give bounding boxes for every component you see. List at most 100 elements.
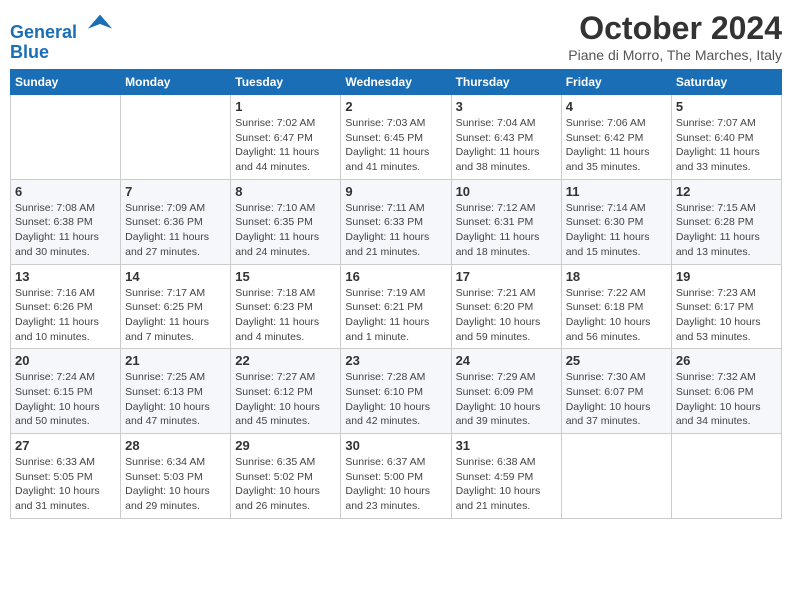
day-number: 12 (676, 184, 777, 199)
day-info: Sunrise: 7:15 AM Sunset: 6:28 PM Dayligh… (676, 201, 777, 260)
day-info: Sunrise: 7:32 AM Sunset: 6:06 PM Dayligh… (676, 370, 777, 429)
day-info: Sunrise: 7:06 AM Sunset: 6:42 PM Dayligh… (566, 116, 667, 175)
day-info: Sunrise: 7:22 AM Sunset: 6:18 PM Dayligh… (566, 286, 667, 345)
day-info: Sunrise: 6:34 AM Sunset: 5:03 PM Dayligh… (125, 455, 226, 514)
day-info: Sunrise: 6:37 AM Sunset: 5:00 PM Dayligh… (345, 455, 446, 514)
day-info: Sunrise: 6:38 AM Sunset: 4:59 PM Dayligh… (456, 455, 557, 514)
calendar-cell: 14Sunrise: 7:17 AM Sunset: 6:25 PM Dayli… (121, 264, 231, 349)
weekday-header-thursday: Thursday (451, 70, 561, 95)
calendar-cell: 22Sunrise: 7:27 AM Sunset: 6:12 PM Dayli… (231, 349, 341, 434)
day-info: Sunrise: 7:09 AM Sunset: 6:36 PM Dayligh… (125, 201, 226, 260)
calendar-cell (561, 434, 671, 519)
calendar-cell: 16 Sunrise: 7:19 AM Sunset: 6:21 PM Dayli… (341, 264, 451, 349)
day-number: 5 (676, 99, 777, 114)
day-number: 1 (235, 99, 336, 114)
calendar-cell: 25 Sunrise: 7:30 AM Sunset: 6:07 PM Dayli… (561, 349, 671, 434)
weekday-header-friday: Friday (561, 70, 671, 95)
logo-text-blue: Blue (10, 42, 49, 62)
weekday-header-tuesday: Tuesday (231, 70, 341, 95)
day-number: 7 (125, 184, 226, 199)
day-number: 8 (235, 184, 336, 199)
calendar-cell: 17 Sunrise: 7:21 AM Sunset: 6:20 PM Dayli… (451, 264, 561, 349)
calendar-cell (11, 95, 121, 180)
weekday-header-saturday: Saturday (671, 70, 781, 95)
calendar-cell: 1Sunrise: 7:02 AM Sunset: 6:47 PM Daylig… (231, 95, 341, 180)
day-number: 21 (125, 353, 226, 368)
calendar-week-row: 6 Sunrise: 7:08 AM Sunset: 6:38 PM Daylig… (11, 179, 782, 264)
calendar-cell: 13 Sunrise: 7:16 AM Sunset: 6:26 PM Dayli… (11, 264, 121, 349)
logo-text-general: General (10, 22, 77, 42)
calendar-week-row: 27 Sunrise: 6:33 AM Sunset: 5:05 PM Dayli… (11, 434, 782, 519)
calendar-week-row: 13 Sunrise: 7:16 AM Sunset: 6:26 PM Dayli… (11, 264, 782, 349)
calendar-cell: 20Sunrise: 7:24 AM Sunset: 6:15 PM Dayli… (11, 349, 121, 434)
weekday-header-wednesday: Wednesday (341, 70, 451, 95)
calendar-cell: 24 Sunrise: 7:29 AM Sunset: 6:09 PM Dayli… (451, 349, 561, 434)
location: Piane di Morro, The Marches, Italy (568, 47, 782, 63)
day-info: Sunrise: 7:08 AM Sunset: 6:38 PM Dayligh… (15, 201, 116, 260)
day-number: 25 (566, 353, 667, 368)
calendar-cell: 3 Sunrise: 7:04 AM Sunset: 6:43 PM Daylig… (451, 95, 561, 180)
day-number: 26 (676, 353, 777, 368)
day-number: 17 (456, 269, 557, 284)
calendar-cell: 9 Sunrise: 7:11 AM Sunset: 6:33 PM Daylig… (341, 179, 451, 264)
day-info: Sunrise: 7:27 AM Sunset: 6:12 PM Dayligh… (235, 370, 336, 429)
day-number: 9 (345, 184, 446, 199)
calendar-header-row: SundayMondayTuesdayWednesdayThursdayFrid… (11, 70, 782, 95)
title-section: October 2024 Piane di Morro, The Marches… (568, 10, 782, 63)
calendar-cell: 23 Sunrise: 7:28 AM Sunset: 6:10 PM Dayli… (341, 349, 451, 434)
day-number: 29 (235, 438, 336, 453)
day-info: Sunrise: 7:07 AM Sunset: 6:40 PM Dayligh… (676, 116, 777, 175)
day-info: Sunrise: 7:16 AM Sunset: 6:26 PM Dayligh… (15, 286, 116, 345)
day-info: Sunrise: 7:10 AM Sunset: 6:35 PM Dayligh… (235, 201, 336, 260)
day-info: Sunrise: 7:24 AM Sunset: 6:15 PM Dayligh… (15, 370, 116, 429)
day-info: Sunrise: 7:21 AM Sunset: 6:20 PM Dayligh… (456, 286, 557, 345)
calendar-cell: 28 Sunrise: 6:34 AM Sunset: 5:03 PM Dayli… (121, 434, 231, 519)
day-number: 31 (456, 438, 557, 453)
day-number: 16 (345, 269, 446, 284)
calendar-cell (671, 434, 781, 519)
day-number: 23 (345, 353, 446, 368)
day-number: 11 (566, 184, 667, 199)
calendar-cell: 5 Sunrise: 7:07 AM Sunset: 6:40 PM Daylig… (671, 95, 781, 180)
calendar-cell: 2Sunrise: 7:03 AM Sunset: 6:45 PM Daylig… (341, 95, 451, 180)
page-header: General Blue October 2024 Piane di Morro… (10, 10, 782, 63)
day-number: 10 (456, 184, 557, 199)
day-info: Sunrise: 7:11 AM Sunset: 6:33 PM Dayligh… (345, 201, 446, 260)
day-info: Sunrise: 7:29 AM Sunset: 6:09 PM Dayligh… (456, 370, 557, 429)
calendar-cell: 18 Sunrise: 7:22 AM Sunset: 6:18 PM Dayli… (561, 264, 671, 349)
day-info: Sunrise: 7:04 AM Sunset: 6:43 PM Dayligh… (456, 116, 557, 175)
day-info: Sunrise: 7:17 AM Sunset: 6:25 PM Dayligh… (125, 286, 226, 345)
calendar-cell: 31 Sunrise: 6:38 AM Sunset: 4:59 PM Dayli… (451, 434, 561, 519)
day-info: Sunrise: 7:14 AM Sunset: 6:30 PM Dayligh… (566, 201, 667, 260)
calendar-cell: 7 Sunrise: 7:09 AM Sunset: 6:36 PM Daylig… (121, 179, 231, 264)
day-info: Sunrise: 7:19 AM Sunset: 6:21 PM Dayligh… (345, 286, 446, 345)
day-info: Sunrise: 7:30 AM Sunset: 6:07 PM Dayligh… (566, 370, 667, 429)
day-info: Sunrise: 7:23 AM Sunset: 6:17 PM Dayligh… (676, 286, 777, 345)
day-number: 6 (15, 184, 116, 199)
day-number: 3 (456, 99, 557, 114)
calendar-cell: 4 Sunrise: 7:06 AM Sunset: 6:42 PM Daylig… (561, 95, 671, 180)
day-number: 19 (676, 269, 777, 284)
calendar-week-row: 1Sunrise: 7:02 AM Sunset: 6:47 PM Daylig… (11, 95, 782, 180)
day-info: Sunrise: 7:12 AM Sunset: 6:31 PM Dayligh… (456, 201, 557, 260)
calendar-cell: 12 Sunrise: 7:15 AM Sunset: 6:28 PM Dayli… (671, 179, 781, 264)
day-number: 27 (15, 438, 116, 453)
day-number: 30 (345, 438, 446, 453)
day-number: 28 (125, 438, 226, 453)
calendar-cell: 11 Sunrise: 7:14 AM Sunset: 6:30 PM Dayli… (561, 179, 671, 264)
calendar-cell: 8 Sunrise: 7:10 AM Sunset: 6:35 PM Daylig… (231, 179, 341, 264)
calendar-cell: 30 Sunrise: 6:37 AM Sunset: 5:00 PM Dayli… (341, 434, 451, 519)
day-info: Sunrise: 7:18 AM Sunset: 6:23 PM Dayligh… (235, 286, 336, 345)
day-info: Sunrise: 6:33 AM Sunset: 5:05 PM Dayligh… (15, 455, 116, 514)
weekday-header-sunday: Sunday (11, 70, 121, 95)
day-info: Sunrise: 6:35 AM Sunset: 5:02 PM Dayligh… (235, 455, 336, 514)
calendar-week-row: 20Sunrise: 7:24 AM Sunset: 6:15 PM Dayli… (11, 349, 782, 434)
logo: General Blue (10, 10, 114, 63)
calendar-cell: 10 Sunrise: 7:12 AM Sunset: 6:31 PM Dayli… (451, 179, 561, 264)
day-info: Sunrise: 7:28 AM Sunset: 6:10 PM Dayligh… (345, 370, 446, 429)
calendar-table: SundayMondayTuesdayWednesdayThursdayFrid… (10, 69, 782, 519)
day-number: 13 (15, 269, 116, 284)
day-number: 24 (456, 353, 557, 368)
day-number: 4 (566, 99, 667, 114)
day-number: 18 (566, 269, 667, 284)
